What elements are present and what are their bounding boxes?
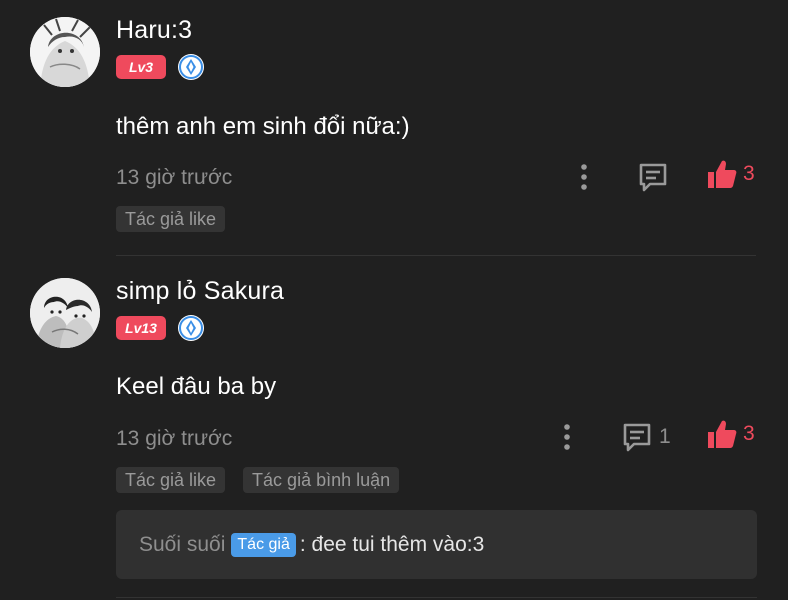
like-button[interactable]: 3 [706, 158, 755, 190]
reply-button[interactable] [636, 160, 675, 194]
thumbs-up-icon [708, 420, 737, 448]
like-count: 3 [743, 422, 755, 445]
level-badge: Lv13 [116, 316, 166, 340]
comment-item: Haru:3 Lv3 thêm anh em sinh đổi nữa:) 13… [0, 0, 788, 256]
comment-text: Keel đâu ba by [116, 373, 277, 400]
reply-button[interactable]: 1 [620, 420, 671, 454]
comment-text: thêm anh em sinh đổi nữa:) [116, 113, 410, 140]
divider [116, 255, 756, 256]
divider [116, 597, 757, 598]
like-button[interactable]: 3 [706, 418, 755, 450]
level-badge: Lv3 [116, 55, 166, 79]
avatar[interactable] [30, 278, 100, 348]
reply-author[interactable]: Suối suối [139, 533, 225, 557]
rank-icon [178, 54, 204, 80]
tag-list: Tác giả like Tác giả bình luận [116, 467, 400, 493]
rank-icon [178, 315, 204, 341]
like-count: 3 [743, 162, 755, 185]
author-commented-tag: Tác giả bình luận [243, 467, 400, 493]
tag-list: Tác giả like [116, 206, 226, 232]
reply-count: 1 [659, 425, 671, 448]
reply-preview[interactable]: Suối suối Tác giả : đee tui thêm vào:3 [116, 510, 757, 579]
avatar-image [30, 278, 100, 348]
author-badge: Tác giả [231, 532, 296, 557]
timestamp: 13 giờ trước [116, 166, 233, 189]
timestamp: 13 giờ trước [116, 427, 233, 450]
reply-text: : đee tui thêm vào:3 [299, 532, 485, 556]
author-like-tag: Tác giả like [116, 206, 226, 232]
comment-icon [623, 423, 651, 452]
username[interactable]: Haru:3 [116, 16, 192, 45]
author-like-tag: Tác giả like [116, 467, 226, 493]
thumbs-up-icon [708, 160, 737, 188]
more-options-icon[interactable] [578, 162, 590, 192]
more-options-icon[interactable] [561, 422, 573, 452]
comment-icon [639, 163, 667, 192]
comment-item: simp lỏ Sakura Lv13 Keel đâu ba by 13 gi… [0, 257, 788, 600]
avatar[interactable] [30, 17, 100, 87]
username[interactable]: simp lỏ Sakura [116, 277, 284, 306]
avatar-image [30, 17, 100, 87]
